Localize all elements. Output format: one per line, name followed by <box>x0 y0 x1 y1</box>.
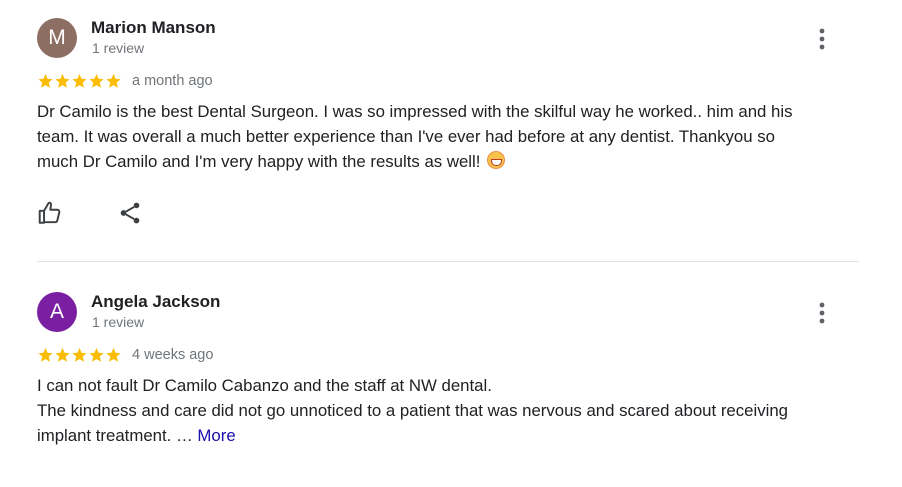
review-text-line: team. It was overall a much better exper… <box>37 127 775 146</box>
star-icon <box>72 347 87 362</box>
rating-row: 4 weeks ago <box>37 345 859 365</box>
star-icon <box>106 347 121 362</box>
review-card: A Angela Jackson 1 review 4 weeks ago I … <box>37 292 859 448</box>
review-divider <box>37 261 859 262</box>
more-options-button[interactable] <box>807 298 837 328</box>
star-icon <box>38 73 53 88</box>
star-icon <box>55 347 70 362</box>
author-name[interactable]: Marion Manson <box>91 18 216 38</box>
review-text-line: much Dr Camilo and I'm very happy with t… <box>37 152 481 171</box>
review-text-line: The kindness and care did not go unnotic… <box>37 401 788 420</box>
more-options-button[interactable] <box>807 24 837 54</box>
more-link[interactable]: More <box>197 426 235 445</box>
review-text: Dr Camilo is the best Dental Surgeon. I … <box>37 99 837 174</box>
review-date: a month ago <box>132 73 213 89</box>
avatar[interactable]: A <box>37 292 77 332</box>
star-icon <box>72 73 87 88</box>
review-text: I can not fault Dr Camilo Cabanzo and th… <box>37 373 837 448</box>
review-date: 4 weeks ago <box>132 347 214 363</box>
avatar[interactable]: M <box>37 18 77 58</box>
like-button[interactable] <box>37 200 65 228</box>
review-text-line: implant treatment. … <box>37 426 198 445</box>
review-header: A Angela Jackson 1 review <box>37 292 859 332</box>
review-actions <box>37 200 859 230</box>
author-name[interactable]: Angela Jackson <box>91 292 220 312</box>
star-icon <box>106 73 121 88</box>
star-rating <box>37 345 122 365</box>
reviews-panel: M Marion Manson 1 review a month ago Dr … <box>0 0 902 487</box>
star-icon <box>89 73 104 88</box>
share-icon <box>120 202 140 224</box>
share-button[interactable] <box>117 200 145 228</box>
author-review-count: 1 review <box>92 314 145 330</box>
star-icon <box>55 73 70 88</box>
review-header: M Marion Manson 1 review <box>37 18 859 58</box>
review-text-line: Dr Camilo is the best Dental Surgeon. I … <box>37 102 793 121</box>
rating-row: a month ago <box>37 71 859 91</box>
grinning-face-emoji-icon <box>487 151 506 169</box>
review-card: M Marion Manson 1 review a month ago Dr … <box>37 18 859 230</box>
star-icon <box>89 347 104 362</box>
vertical-dots-icon <box>819 28 825 50</box>
thumbs-up-icon <box>38 201 61 224</box>
author-review-count: 1 review <box>92 40 145 56</box>
vertical-dots-icon <box>819 302 825 324</box>
star-icon <box>38 347 53 362</box>
star-rating <box>37 71 122 91</box>
review-text-line: I can not fault Dr Camilo Cabanzo and th… <box>37 376 492 395</box>
